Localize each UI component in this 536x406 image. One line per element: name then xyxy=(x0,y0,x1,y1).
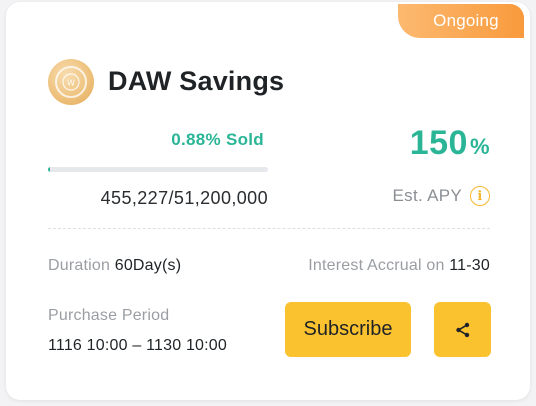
apy-display: 150 % xyxy=(410,124,490,163)
subscribe-button-label: Subscribe xyxy=(303,318,393,340)
purchase-period-value: 1116 10:00 – 1130 10:00 xyxy=(48,337,227,354)
share-icon xyxy=(455,322,469,337)
divider xyxy=(48,228,490,229)
purchase-period-label: Purchase Period xyxy=(48,307,170,324)
interest-accrual-label: Interest Accrual on xyxy=(308,257,445,274)
sold-progress-bar xyxy=(48,167,268,172)
apy-label-row: Est. APY i xyxy=(392,186,490,206)
svg-text:W: W xyxy=(67,79,75,88)
daw-coin-logo-icon: W xyxy=(48,59,94,105)
product-title: DAW Savings xyxy=(108,66,285,96)
duration-value: 60Day(s) xyxy=(114,257,182,274)
share-button[interactable] xyxy=(434,302,491,357)
apy-value: 150 xyxy=(409,124,468,162)
sold-amount: 455,227/51,200,000 xyxy=(100,188,268,208)
sold-percentage: 0.88% Sold xyxy=(171,130,264,149)
duration-label: Duration xyxy=(48,257,111,274)
status-badge-label: Ongoing xyxy=(433,11,499,30)
interest-accrual-value: 11-30 xyxy=(449,257,490,274)
sold-progress-fill xyxy=(48,167,50,172)
apy-label: Est. APY xyxy=(392,186,462,205)
info-icon[interactable]: i xyxy=(470,186,490,206)
interest-accrual-row: Interest Accrual on 11-30 xyxy=(308,257,490,275)
subscribe-button[interactable]: Subscribe xyxy=(285,302,411,357)
duration-row: Duration 60Day(s) xyxy=(48,257,181,275)
status-badge: Ongoing xyxy=(398,4,524,38)
apy-unit: % xyxy=(469,134,490,159)
